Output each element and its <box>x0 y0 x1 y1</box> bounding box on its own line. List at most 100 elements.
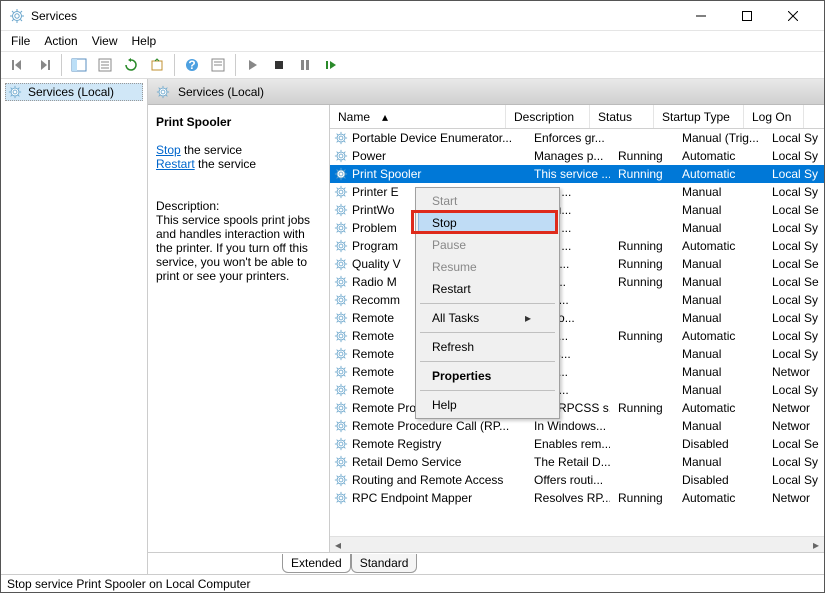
cell-logon: Local Sy <box>764 382 824 398</box>
service-row[interactable]: Routing and Remote AccessOffers routi...… <box>330 471 824 489</box>
ctx-restart[interactable]: Restart <box>418 278 557 300</box>
service-row[interactable]: Recommes aut...ManualLocal Sy <box>330 291 824 309</box>
scroll-left-button[interactable]: ◂ <box>330 537 346 553</box>
tree-pane: Services (Local) <box>1 79 148 574</box>
service-row[interactable]: Retail Demo ServiceThe Retail D...Manual… <box>330 453 824 471</box>
pause-service-button[interactable] <box>294 54 316 76</box>
cell-logon: Local Sy <box>764 166 824 182</box>
cell-name: PrintWo <box>350 202 414 218</box>
cell-name: Retail Demo Service <box>350 454 526 470</box>
service-row[interactable]: Remote Procedure Call (RPC)The RPCSS s..… <box>330 399 824 417</box>
col-description[interactable]: Description <box>506 105 590 128</box>
cell-status <box>610 299 674 301</box>
ctx-stop[interactable]: Stop <box>418 212 557 234</box>
service-row[interactable]: PrintWodes su...ManualLocal Se <box>330 201 824 219</box>
cell-logon: Local Se <box>764 436 824 452</box>
close-button[interactable] <box>770 1 816 31</box>
restart-service-button[interactable] <box>320 54 342 76</box>
export-button[interactable] <box>146 54 168 76</box>
cell-startup: Automatic <box>674 148 764 164</box>
gear-icon <box>334 149 348 163</box>
stop-service-button[interactable] <box>268 54 290 76</box>
restart-suffix: the service <box>195 157 256 171</box>
gear-icon <box>334 311 348 325</box>
service-row[interactable]: Remoteges di...RunningAutomaticLocal Sy <box>330 327 824 345</box>
cell-startup: Automatic <box>674 328 764 344</box>
ctx-help[interactable]: Help <box>418 394 557 416</box>
cell-startup: Manual <box>674 274 764 290</box>
service-row[interactable]: Radio MMana...RunningManualLocal Se <box>330 273 824 291</box>
cell-desc: In Windows... <box>526 418 610 434</box>
cell-logon: Local Sy <box>764 328 824 344</box>
horizontal-scrollbar[interactable]: ◂ ▸ <box>330 536 824 552</box>
gear-icon <box>334 437 348 451</box>
service-row[interactable]: Remote Procedure Call (RP...In Windows..… <box>330 417 824 435</box>
service-row[interactable]: Problemervice ...ManualLocal Sy <box>330 219 824 237</box>
service-row[interactable]: Remote RegistryEnables rem...DisabledLoc… <box>330 435 824 453</box>
col-logon[interactable]: Log On <box>744 105 804 128</box>
start-service-button[interactable] <box>242 54 264 76</box>
cell-startup: Manual (Trig... <box>674 130 764 146</box>
service-row[interactable]: Portable Device Enumerator...Enforces gr… <box>330 129 824 147</box>
cell-startup: Manual <box>674 364 764 380</box>
stop-link[interactable]: Stop <box>156 143 181 157</box>
menu-action[interactable]: Action <box>44 34 77 48</box>
cell-desc: This service ... <box>526 166 610 182</box>
cell-name: Quality V <box>350 256 414 272</box>
gear-icon <box>334 293 348 307</box>
ctx-refresh[interactable]: Refresh <box>418 336 557 358</box>
gear-icon <box>334 491 348 505</box>
restart-link[interactable]: Restart <box>156 157 195 171</box>
prop-sheet-button[interactable] <box>207 54 229 76</box>
minimize-button[interactable] <box>678 1 724 31</box>
cell-startup: Disabled <box>674 472 764 488</box>
service-row[interactable]: Print SpoolerThis service ...RunningAuto… <box>330 165 824 183</box>
service-row[interactable]: Remotes user...ManualNetwor <box>330 363 824 381</box>
col-status[interactable]: Status <box>590 105 654 128</box>
service-row[interactable]: RPC Endpoint MapperResolves RP...Running… <box>330 489 824 507</box>
gear-icon <box>334 419 348 433</box>
cell-status <box>610 461 674 463</box>
cell-name: Remote <box>350 382 414 398</box>
tree-root-label: Services (Local) <box>28 85 114 99</box>
col-startup-type[interactable]: Startup Type <box>654 105 744 128</box>
cell-startup: Manual <box>674 184 764 200</box>
service-row[interactable]: Remotete Des...ManualLocal Sy <box>330 345 824 363</box>
service-row[interactable]: Quality Vty Win...RunningManualLocal Se <box>330 255 824 273</box>
maximize-button[interactable] <box>724 1 770 31</box>
cell-logon: Networ <box>764 418 824 434</box>
service-row[interactable]: Programervice ...RunningAutomaticLocal S… <box>330 237 824 255</box>
cell-logon: Local Sy <box>764 472 824 488</box>
col-name[interactable]: Name▴ <box>330 105 506 128</box>
properties-button[interactable] <box>94 54 116 76</box>
service-row[interactable]: Remotees a co...ManualLocal Sy <box>330 309 824 327</box>
refresh-button[interactable] <box>120 54 142 76</box>
service-list[interactable]: Portable Device Enumerator...Enforces gr… <box>330 129 824 536</box>
status-bar: Stop service Print Spooler on Local Comp… <box>1 574 824 592</box>
menu-file[interactable]: File <box>11 34 30 48</box>
status-text: Stop service Print Spooler on Local Comp… <box>7 577 250 591</box>
cell-desc: Resolves RP... <box>526 490 610 506</box>
nav-back-button[interactable] <box>7 54 29 76</box>
gear-icon <box>334 401 348 415</box>
cell-status: Running <box>610 256 674 272</box>
service-row[interactable]: Remotes the r...ManualLocal Sy <box>330 381 824 399</box>
help-button[interactable]: ? <box>181 54 203 76</box>
nav-forward-button[interactable] <box>33 54 55 76</box>
cell-startup: Manual <box>674 454 764 470</box>
cell-name: Print Spooler <box>350 166 526 182</box>
tab-extended[interactable]: Extended <box>282 554 351 573</box>
ctx-properties[interactable]: Properties <box>418 365 557 387</box>
cell-status: Running <box>610 490 674 506</box>
tree-root-item[interactable]: Services (Local) <box>5 83 143 101</box>
service-row[interactable]: PowerManages p...RunningAutomaticLocal S… <box>330 147 824 165</box>
service-row[interactable]: Printer Eervice ...ManualLocal Sy <box>330 183 824 201</box>
menu-help[interactable]: Help <box>132 34 157 48</box>
ctx-all-tasks[interactable]: All Tasks▸ <box>418 307 557 329</box>
scroll-right-button[interactable]: ▸ <box>808 537 824 553</box>
gear-icon <box>334 257 348 271</box>
show-hide-tree-button[interactable] <box>68 54 90 76</box>
menu-view[interactable]: View <box>92 34 118 48</box>
tab-standard[interactable]: Standard <box>351 554 418 573</box>
cell-logon: Local Se <box>764 256 824 272</box>
